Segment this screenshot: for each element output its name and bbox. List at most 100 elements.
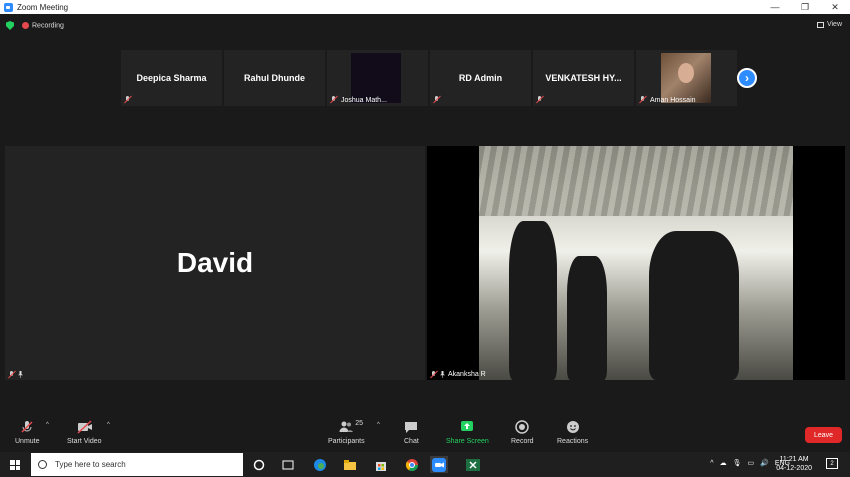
participant-name: Rahul Dhunde <box>244 73 305 83</box>
mic-muted-icon <box>20 420 34 434</box>
share-screen-icon <box>460 420 474 434</box>
record-icon <box>515 420 530 434</box>
mic-muted-icon <box>124 96 131 103</box>
unmute-label: Unmute <box>15 438 40 445</box>
recording-indicator[interactable]: Recording <box>22 21 64 30</box>
chrome-icon[interactable] <box>403 456 421 473</box>
search-icon <box>38 460 47 469</box>
pin-icon <box>18 371 23 378</box>
clock-date: 04-12-2020 <box>776 465 812 472</box>
chat-button[interactable]: Chat <box>404 420 419 445</box>
participant-tile[interactable]: Rahul Dhunde <box>224 50 325 106</box>
minimize-button[interactable]: — <box>760 2 790 12</box>
video-scene-roof <box>479 146 793 216</box>
task-view-icon[interactable] <box>279 456 297 473</box>
video-person-shape <box>509 221 557 380</box>
title-bar: Zoom Meeting — ❐ ✕ <box>0 0 850 14</box>
record-label: Record <box>511 438 534 445</box>
reactions-label: Reactions <box>557 438 589 445</box>
participant-name: Joshua Math... <box>341 97 387 104</box>
participant-tile[interactable]: RD Admin <box>430 50 531 106</box>
meeting-toolbar: Unmute ^ Start Video ^ 25 Participants ^… <box>0 414 850 452</box>
edge-browser-icon[interactable] <box>311 456 329 473</box>
security-shield-icon[interactable] <box>6 21 14 30</box>
file-explorer-icon[interactable] <box>341 456 359 473</box>
video-person-shape <box>649 231 739 380</box>
pin-icon <box>440 371 445 378</box>
participant-tile[interactable]: Joshua Math... <box>327 50 428 106</box>
mic-muted-icon <box>430 371 437 378</box>
participant-name: Akanksha R <box>448 371 486 378</box>
chat-label: Chat <box>404 438 419 445</box>
participant-video <box>661 53 711 103</box>
record-button[interactable]: Record <box>511 420 534 445</box>
participants-options-caret[interactable]: ^ <box>377 422 380 428</box>
close-button[interactable]: ✕ <box>820 2 850 13</box>
video-person-shape <box>567 256 607 380</box>
reactions-button[interactable]: Reactions <box>557 420 588 445</box>
participants-count: 25 <box>355 420 364 427</box>
start-video-button[interactable]: Start Video <box>67 420 102 445</box>
participant-name: Aman Hossain <box>650 97 696 104</box>
mic-muted-icon <box>639 96 646 103</box>
unmute-button[interactable]: Unmute <box>15 420 40 445</box>
windows-start-icon[interactable] <box>10 460 20 470</box>
participants-button[interactable]: 25 Participants <box>328 420 365 445</box>
participants-label: Participants <box>328 438 365 445</box>
participant-tile[interactable]: Deepica Sharma <box>121 50 222 106</box>
participants-icon: 25 <box>339 420 363 434</box>
tile-label <box>8 371 23 378</box>
mic-icon[interactable]: 🎙 <box>733 459 742 467</box>
grid-view-icon <box>816 21 824 28</box>
reactions-smiley-icon <box>566 420 580 434</box>
video-options-caret[interactable]: ^ <box>107 422 110 428</box>
leave-button[interactable]: Leave <box>805 427 842 443</box>
next-page-button[interactable]: › <box>737 68 757 88</box>
network-icon[interactable]: ▭ <box>747 459 754 467</box>
main-tile-right[interactable]: Akanksha R <box>427 146 845 380</box>
onedrive-cloud-icon[interactable]: ☁ <box>720 459 727 467</box>
participant-tile[interactable]: Aman Hossain <box>636 50 737 106</box>
audio-options-caret[interactable]: ^ <box>46 422 49 428</box>
maximize-button[interactable]: ❐ <box>790 2 820 13</box>
participant-name: Deepica Sharma <box>136 73 207 83</box>
taskbar-search-input[interactable]: Type here to search <box>31 453 243 476</box>
share-screen-button[interactable]: Share Screen <box>446 420 489 445</box>
cortana-icon[interactable] <box>250 456 268 473</box>
show-hidden-icons-icon[interactable]: ^ <box>710 460 713 467</box>
recording-label: Recording <box>32 22 64 30</box>
record-dot-icon <box>22 21 29 29</box>
notifications-icon[interactable]: 2 <box>826 458 838 469</box>
status-row: Recording <box>6 21 64 30</box>
view-label: View <box>826 21 842 28</box>
participant-name: VENKATESH HY... <box>545 73 622 83</box>
meeting-area: Recording View Deepica Sharma Rahul Dhun… <box>0 14 850 414</box>
mic-muted-icon <box>330 96 337 103</box>
share-screen-label: Share Screen <box>446 438 489 445</box>
zoom-app-icon <box>4 2 13 12</box>
clock-time: 11:21 AM <box>779 456 809 463</box>
volume-icon[interactable]: 🔊 <box>760 459 769 467</box>
main-tile-left[interactable]: David <box>5 146 425 380</box>
participant-name-large: David <box>176 247 254 278</box>
participant-strip: Deepica Sharma Rahul Dhunde Joshua Math.… <box>121 50 737 106</box>
excel-icon[interactable] <box>464 456 482 473</box>
mic-muted-icon <box>536 96 543 103</box>
tile-label: Akanksha R <box>430 371 486 378</box>
participant-name: RD Admin <box>458 73 503 83</box>
windows-taskbar: Type here to search ^ ☁ 🎙 ▭ 🔊 ENG 11:21 … <box>0 452 850 477</box>
mic-muted-icon <box>8 371 15 378</box>
participant-video <box>479 146 793 380</box>
participant-tile[interactable]: VENKATESH HY... <box>533 50 634 106</box>
video-off-icon <box>77 420 93 434</box>
window-title: Zoom Meeting <box>17 2 69 12</box>
search-placeholder: Type here to search <box>55 460 126 469</box>
participant-video <box>351 53 401 103</box>
chat-icon <box>404 420 418 434</box>
zoom-taskbar-icon[interactable] <box>430 456 448 473</box>
view-button[interactable]: View <box>816 21 842 28</box>
store-icon[interactable] <box>372 456 390 473</box>
start-video-label: Start Video <box>67 438 102 445</box>
mic-muted-icon <box>433 96 440 103</box>
taskbar-clock[interactable]: 11:21 AM 04-12-2020 <box>776 455 812 473</box>
